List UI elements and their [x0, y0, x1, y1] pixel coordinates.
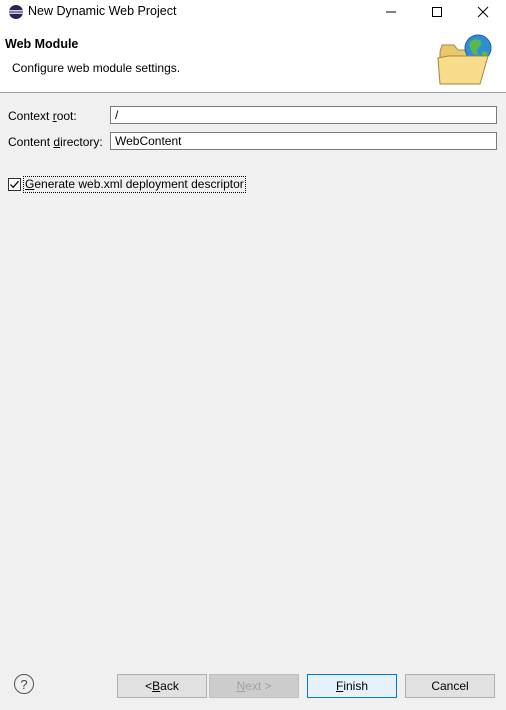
minimize-button[interactable] [368, 0, 414, 24]
page-description: Configure web module settings. [12, 61, 181, 75]
window-title: New Dynamic Web Project [28, 4, 177, 18]
context-root-label: Context root: [8, 109, 77, 123]
content-directory-label: Content directory: [8, 135, 103, 149]
title-bar: New Dynamic Web Project [0, 0, 506, 24]
back-button[interactable]: < Back [117, 674, 207, 698]
next-button[interactable]: Next > [209, 674, 299, 698]
cancel-button[interactable]: Cancel [405, 674, 495, 698]
eclipse-icon [8, 4, 24, 20]
folder-globe-icon [436, 32, 496, 88]
generate-webxml-label[interactable]: Generate web.xml deployment descriptor [23, 176, 246, 193]
generate-webxml-checkbox[interactable] [8, 178, 21, 191]
finish-button[interactable]: Finish [307, 674, 397, 698]
page-title: Web Module [5, 37, 79, 51]
close-button[interactable] [460, 0, 506, 24]
wizard-header: Web Module Configure web module settings… [0, 24, 506, 93]
context-root-input[interactable] [110, 106, 497, 124]
maximize-button[interactable] [414, 0, 460, 24]
content-directory-input[interactable] [110, 132, 497, 150]
help-icon[interactable]: ? [14, 674, 34, 694]
